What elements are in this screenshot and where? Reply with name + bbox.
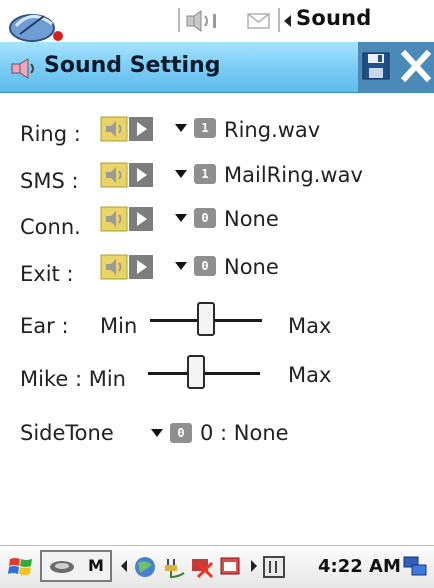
status-separator xyxy=(178,8,180,32)
start-logo-icon[interactable] xyxy=(4,2,68,42)
mike-max-label: Max xyxy=(288,363,332,387)
sms-label: SMS : xyxy=(20,169,79,193)
exit-speaker-play-icon[interactable] xyxy=(100,254,154,280)
ear-label: Ear : xyxy=(20,314,69,338)
sidetone-value[interactable]: 0 : None xyxy=(200,421,289,445)
keypad-icon[interactable] xyxy=(262,555,288,579)
scroll-left-icon[interactable] xyxy=(118,555,130,577)
speaker-small-icon xyxy=(264,9,294,31)
quick-launch-box[interactable]: M xyxy=(40,550,112,582)
windows-flag-icon[interactable] xyxy=(8,555,34,579)
speaker-icon xyxy=(11,58,34,79)
quick-label: M xyxy=(88,556,104,575)
exit-dropdown-icon[interactable] xyxy=(174,261,188,271)
conn-dropdown-icon[interactable] xyxy=(174,213,188,223)
conn-label: Conn. xyxy=(20,215,81,239)
exit-value[interactable]: None xyxy=(224,255,279,279)
conn-value[interactable]: None xyxy=(224,207,279,231)
ring-dropdown-icon[interactable] xyxy=(174,123,188,133)
scroll-right-icon[interactable] xyxy=(248,555,260,577)
ring-badge: 1 xyxy=(194,118,216,138)
ear-max-label: Max xyxy=(288,314,332,338)
network-error-icon[interactable] xyxy=(190,555,216,579)
ring-label: Ring : xyxy=(20,122,81,146)
exit-badge: 0 xyxy=(194,256,216,276)
window-icon[interactable] xyxy=(218,555,244,579)
plug-icon[interactable] xyxy=(162,555,188,579)
ear-slider-thumb[interactable] xyxy=(197,302,215,336)
page-title: Sound Setting xyxy=(44,53,221,78)
conn-badge: 0 xyxy=(194,208,216,228)
sidetone-badge: 0 xyxy=(170,423,192,443)
ear-min-label: Min xyxy=(100,314,138,338)
mike-label: Mike : Min xyxy=(20,367,126,391)
title-bar: Sound Setting xyxy=(0,42,434,93)
sms-badge: 1 xyxy=(194,164,216,184)
volume-status-icon[interactable] xyxy=(186,10,222,32)
mike-slider-thumb[interactable] xyxy=(187,355,206,389)
desktop-icon[interactable] xyxy=(402,555,430,581)
ring-speaker-play-icon[interactable] xyxy=(100,116,154,142)
sidetone-dropdown-icon[interactable] xyxy=(150,428,164,438)
save-button[interactable] xyxy=(362,52,390,80)
ring-value[interactable]: Ring.wav xyxy=(224,118,320,142)
clock[interactable]: 4:22 AM xyxy=(318,556,401,577)
sidetone-label: SideTone xyxy=(20,421,114,445)
exit-label: Exit : xyxy=(20,262,74,286)
sms-value[interactable]: MailRing.wav xyxy=(224,163,363,187)
close-button[interactable] xyxy=(400,49,432,83)
conn-speaker-play-icon[interactable] xyxy=(100,206,154,232)
sms-dropdown-icon[interactable] xyxy=(174,169,188,179)
status-bar: Sound xyxy=(0,0,434,42)
taskbar: M 4:22 AM xyxy=(0,545,434,588)
sms-speaker-play-icon[interactable] xyxy=(100,162,154,188)
status-app-label: Sound xyxy=(296,6,372,30)
network-globe-icon[interactable] xyxy=(132,555,158,579)
device-icon xyxy=(50,561,74,573)
